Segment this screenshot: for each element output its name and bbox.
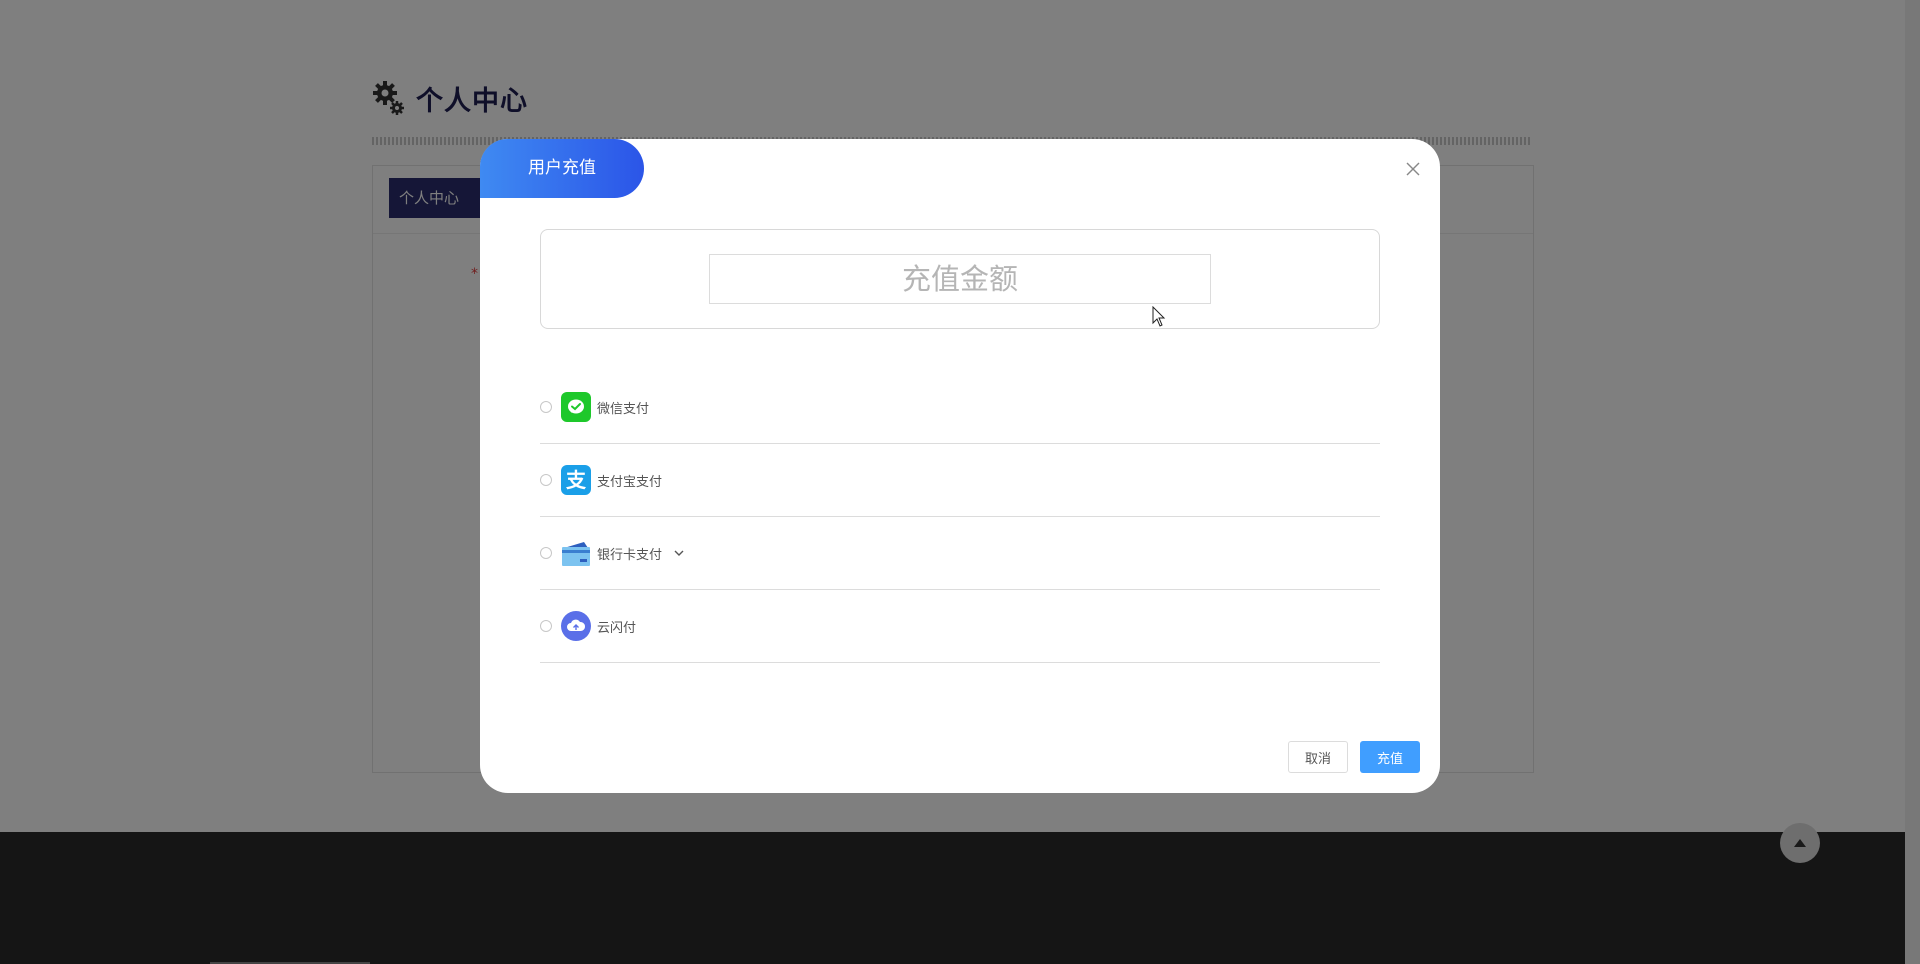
wechat-pay-icon <box>561 392 591 422</box>
svg-text:支: 支 <box>566 468 587 492</box>
recharge-button[interactable]: 充值 <box>1360 741 1420 773</box>
close-icon <box>1406 162 1420 176</box>
radio-alipay[interactable] <box>540 474 552 486</box>
mouse-cursor-icon <box>1152 306 1166 327</box>
close-button[interactable] <box>1402 158 1424 180</box>
payment-label: 微信支付 <box>597 401 650 417</box>
payment-method-list: 微信支付 支 支付宝支付 银行卡支付 云闪付 <box>540 371 1380 663</box>
radio-bank-card[interactable] <box>540 547 552 559</box>
cancel-button[interactable]: 取消 <box>1288 741 1348 773</box>
chevron-down-icon[interactable] <box>674 548 684 558</box>
payment-label: 云闪付 <box>597 620 637 636</box>
payment-label: 支付宝支付 <box>597 474 663 490</box>
amount-input[interactable] <box>709 254 1211 304</box>
radio-unionpay[interactable] <box>540 620 552 632</box>
payment-label: 银行卡支付 <box>597 547 663 563</box>
modal-title: 用户充值 <box>480 139 644 198</box>
arrow-up-icon <box>1794 839 1806 847</box>
scroll-to-top-button[interactable] <box>1780 823 1820 863</box>
payment-option-unionpay[interactable]: 云闪付 <box>540 590 1380 663</box>
unionpay-cloud-icon <box>561 611 591 641</box>
payment-option-alipay[interactable]: 支 支付宝支付 <box>540 444 1380 517</box>
amount-box <box>540 229 1380 329</box>
payment-option-wechat[interactable]: 微信支付 <box>540 371 1380 444</box>
alipay-icon: 支 <box>561 465 591 495</box>
bank-card-icon <box>561 538 591 568</box>
radio-wechat[interactable] <box>540 401 552 413</box>
recharge-modal: 用户充值 微信支付 支 <box>480 139 1440 793</box>
payment-option-bank-card[interactable]: 银行卡支付 <box>540 517 1380 590</box>
